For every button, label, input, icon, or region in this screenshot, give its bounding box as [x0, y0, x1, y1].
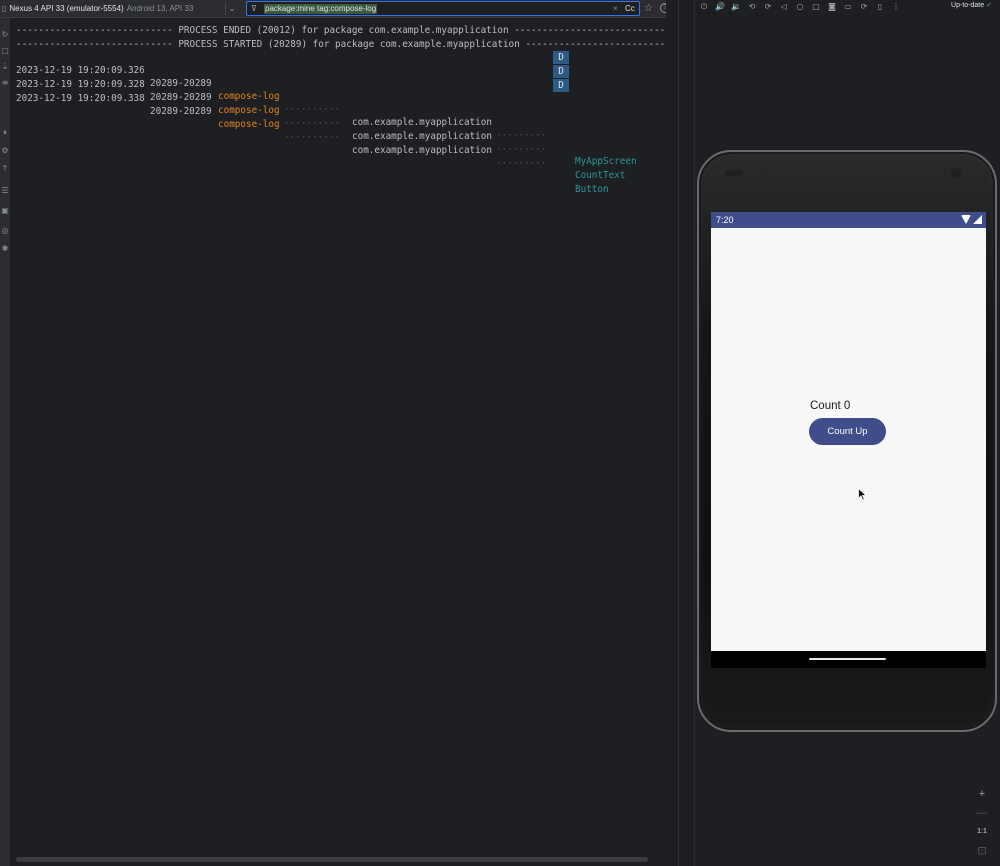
- restart-icon[interactable]: ↻: [0, 30, 10, 40]
- log-pid: 20289-20289: [150, 106, 212, 117]
- log-package: com.example.myapplication: [352, 131, 492, 142]
- settings-icon[interactable]: ✱: [0, 244, 10, 254]
- log-padding: ··········: [284, 118, 340, 129]
- emulator-status: Up-to-date ✓: [951, 0, 992, 13]
- log-padding: ·········: [496, 158, 547, 169]
- filter-icon[interactable]: ⊽: [251, 2, 257, 16]
- log-message: CountText: [575, 170, 626, 181]
- log-package: com.example.myapplication: [352, 117, 492, 128]
- earpiece: [725, 170, 743, 176]
- clear-logcat-icon[interactable]: ▢: [0, 46, 10, 56]
- log-level-badge: D: [553, 65, 569, 78]
- count-text: Count 0: [810, 400, 851, 412]
- device-frame: 7:20 Count 0 Count Up: [697, 150, 997, 732]
- overview-icon[interactable]: □: [808, 0, 824, 13]
- scroll-to-end-icon[interactable]: ⇣: [0, 62, 10, 72]
- snapshot-icon[interactable]: ⟳: [856, 0, 872, 13]
- pause-icon[interactable]: ⏸: [0, 128, 10, 138]
- record-icon[interactable]: ◎: [0, 226, 10, 236]
- chevron-down-icon[interactable]: ⌄: [225, 2, 238, 15]
- home-icon[interactable]: ○: [792, 0, 808, 13]
- check-icon: ✓: [986, 2, 992, 9]
- device-info: Android 13, API 33: [126, 4, 194, 13]
- screenshot-icon[interactable]: ▣: [0, 206, 10, 216]
- logcat-panel: ▯ Nexus 4 API 33 (emulator-5554) Android…: [0, 0, 673, 866]
- panel-divider[interactable]: [666, 0, 696, 866]
- status-text: Up-to-date: [951, 2, 985, 9]
- log-tag: compose-log: [218, 105, 280, 116]
- power-icon[interactable]: ⏻: [696, 0, 712, 13]
- volume-down-icon[interactable]: 🔉: [728, 0, 744, 13]
- star-icon[interactable]: ☆: [644, 0, 653, 17]
- log-padding: ·········: [496, 144, 547, 155]
- logcat-toolbar: ▯ Nexus 4 API 33 (emulator-5554) Android…: [0, 0, 673, 18]
- back-icon[interactable]: ◁: [776, 0, 792, 13]
- log-timestamp: 2023-12-19 19:20:09.338: [16, 93, 145, 104]
- filter-query[interactable]: package:mine tag:compose-log: [264, 4, 378, 14]
- log-message: Button: [575, 184, 609, 195]
- device-selector[interactable]: ▯ Nexus 4 API 33 (emulator-5554) Android…: [2, 0, 238, 17]
- zoom-actual-size-button[interactable]: 1:1: [972, 824, 992, 840]
- zoom-controls: + — 1:1 ⊡: [972, 786, 992, 862]
- log-padding: ··········: [284, 104, 340, 115]
- gesture-handle[interactable]: [809, 658, 886, 660]
- up-icon[interactable]: ↑: [0, 164, 10, 174]
- status-time: 7:20: [716, 215, 734, 225]
- process-ended-separator: ---------------------------- PROCESS END…: [16, 25, 666, 36]
- rotate-right-icon[interactable]: ⟳: [760, 0, 776, 13]
- list-icon[interactable]: ☰: [0, 186, 10, 196]
- match-case-toggle[interactable]: Cc: [625, 2, 635, 16]
- more-icon[interactable]: ⋮: [888, 0, 904, 13]
- android-status-bar: 7:20: [711, 212, 986, 228]
- log-package: com.example.myapplication: [352, 145, 492, 156]
- wifi-icon: [961, 215, 971, 224]
- log-tag: compose-log: [218, 119, 280, 130]
- android-nav-bar: [711, 651, 986, 668]
- divider-line: [678, 0, 679, 866]
- log-padding: ··········: [284, 132, 340, 143]
- signal-icon: [973, 215, 982, 224]
- log-output: ---------------------------- PROCESS END…: [14, 24, 666, 858]
- process-started-separator: ---------------------------- PROCESS STA…: [16, 39, 666, 50]
- log-level-badge: D: [553, 51, 569, 64]
- zoom-fit-icon[interactable]: ⊡: [972, 843, 992, 859]
- filter-settings-icon[interactable]: ⚙: [0, 146, 10, 156]
- zoom-in-button[interactable]: +: [972, 786, 992, 802]
- device-icon: ▯: [2, 4, 7, 13]
- divider-line: [694, 0, 695, 866]
- log-row[interactable]: 2023-12-19 19:20:09.328 20289-20289 comp…: [16, 65, 666, 181]
- logcat-side-toolbar: ↻ ▢ ⇣ ≡ ⏸ ⚙ ↑ ☰ ▣ ◎ ✱: [0, 18, 10, 866]
- emulator-panel: ⏻ 🔊 🔉 ⟲ ⟳ ◁ ○ □ ◙ ▭ ⟳ ▯ ⋮ Up-to-date ✓ 7:…: [696, 0, 1000, 866]
- device-name: Nexus 4 API 33 (emulator-5554): [9, 4, 124, 13]
- record-screen-icon[interactable]: ▭: [840, 0, 856, 13]
- horizontal-scrollbar[interactable]: [16, 857, 648, 862]
- log-row[interactable]: 2023-12-19 19:20:09.338 20289-20289 comp…: [16, 79, 666, 195]
- rotate-left-icon[interactable]: ⟲: [744, 0, 760, 13]
- soft-wrap-icon[interactable]: ≡: [0, 78, 10, 88]
- camera-icon[interactable]: ◙: [824, 0, 840, 13]
- clear-icon[interactable]: ×: [613, 2, 618, 16]
- device-screen[interactable]: 7:20 Count 0 Count Up: [711, 212, 986, 668]
- log-row[interactable]: 2023-12-19 19:20:09.326 20289-20289 comp…: [16, 51, 666, 167]
- logcat-filter-input[interactable]: ⊽ package:mine tag:compose-log × Cc: [246, 1, 640, 16]
- count-up-button[interactable]: Count Up: [809, 418, 886, 445]
- volume-up-icon[interactable]: 🔊: [712, 0, 728, 13]
- log-level-badge: D: [553, 79, 569, 92]
- front-camera: [951, 168, 961, 178]
- log-message: MyAppScreen: [575, 156, 637, 167]
- log-padding: ·········: [496, 130, 547, 141]
- folding-icon[interactable]: ▯: [872, 0, 888, 13]
- log-pid: 20289-20289: [150, 92, 212, 103]
- zoom-out-button[interactable]: —: [972, 805, 992, 821]
